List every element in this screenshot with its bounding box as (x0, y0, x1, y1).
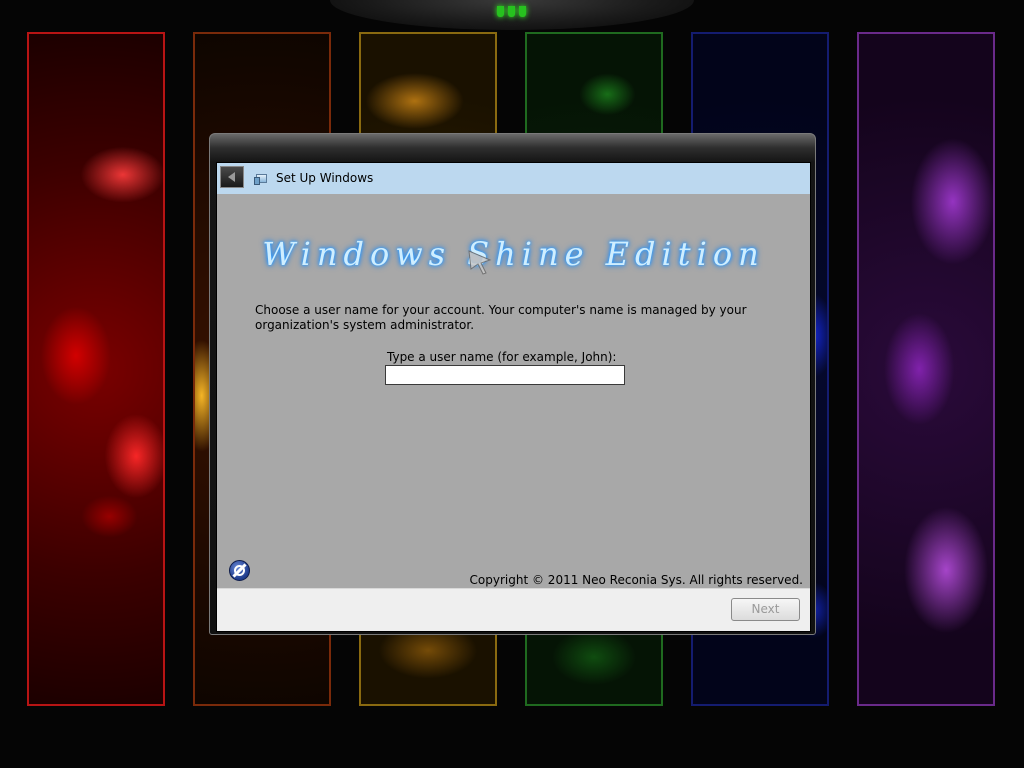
username-label: Type a user name (for example, John): (387, 350, 617, 364)
wallpaper-panel-red (27, 32, 165, 706)
brand-logo: Windows Shine Edition (262, 235, 765, 273)
mouse-cursor-icon (468, 250, 492, 275)
setup-windows-icon (254, 172, 268, 185)
window-client-area: Set Up Windows Windows Shine Edition Cho… (216, 162, 811, 632)
next-button[interactable]: Next (731, 598, 800, 621)
copyright-text: Copyright © 2011 Neo Reconia Sys. All ri… (469, 573, 803, 587)
header-bar: Set Up Windows (217, 163, 810, 194)
status-led-icon (497, 6, 527, 17)
footer-bar: Next (217, 588, 810, 631)
ease-of-access-icon[interactable] (229, 560, 250, 581)
username-input[interactable] (385, 365, 625, 385)
wallpaper-panel-purple (857, 32, 995, 706)
instruction-text: Choose a user name for your account. You… (255, 303, 747, 332)
window-title: Set Up Windows (276, 171, 374, 185)
back-arrow-icon[interactable] (220, 166, 244, 188)
setup-window: Set Up Windows Windows Shine Edition Cho… (209, 133, 816, 635)
